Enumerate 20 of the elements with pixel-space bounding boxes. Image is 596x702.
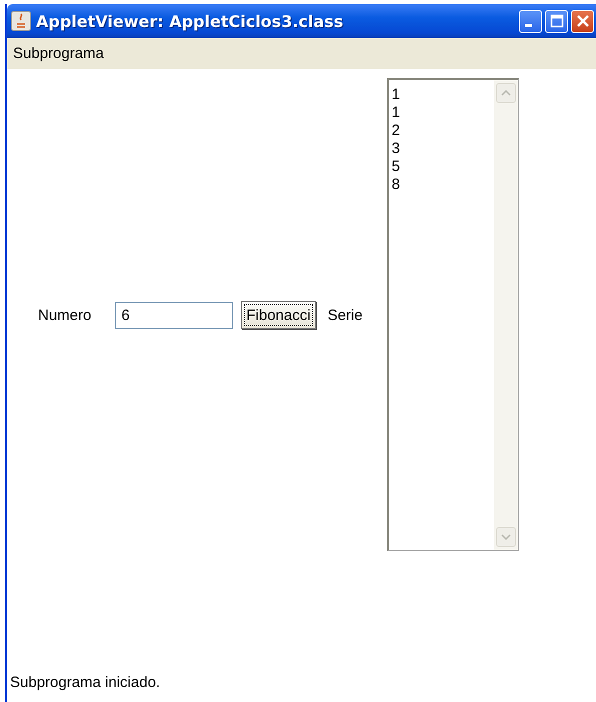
minimize-button[interactable] — [519, 10, 542, 32]
status-text: Subprograma iniciado. — [9, 672, 162, 692]
menu-item[interactable]: Subprograma — [11, 45, 106, 62]
series-line: 1 — [392, 104, 401, 122]
series-line: 5 — [392, 158, 401, 176]
series-line: 2 — [392, 122, 401, 140]
maximize-button[interactable] — [545, 10, 568, 32]
series-line: 8 — [392, 176, 401, 194]
close-button[interactable] — [571, 10, 594, 32]
java-icon — [11, 11, 31, 31]
maximize-icon — [550, 14, 564, 28]
series-line: 1 — [392, 86, 401, 104]
series-label: Serie — [328, 306, 363, 324]
series-line: 3 — [392, 140, 401, 158]
minimize-icon — [525, 24, 532, 26]
close-icon — [576, 14, 590, 28]
fibonacci-button[interactable]: Fibonacci — [241, 301, 316, 329]
window-title: AppletViewer: AppletCiclos3.class — [36, 12, 344, 30]
number-label: Numero — [38, 306, 92, 324]
number-field[interactable]: 6 — [115, 302, 234, 328]
